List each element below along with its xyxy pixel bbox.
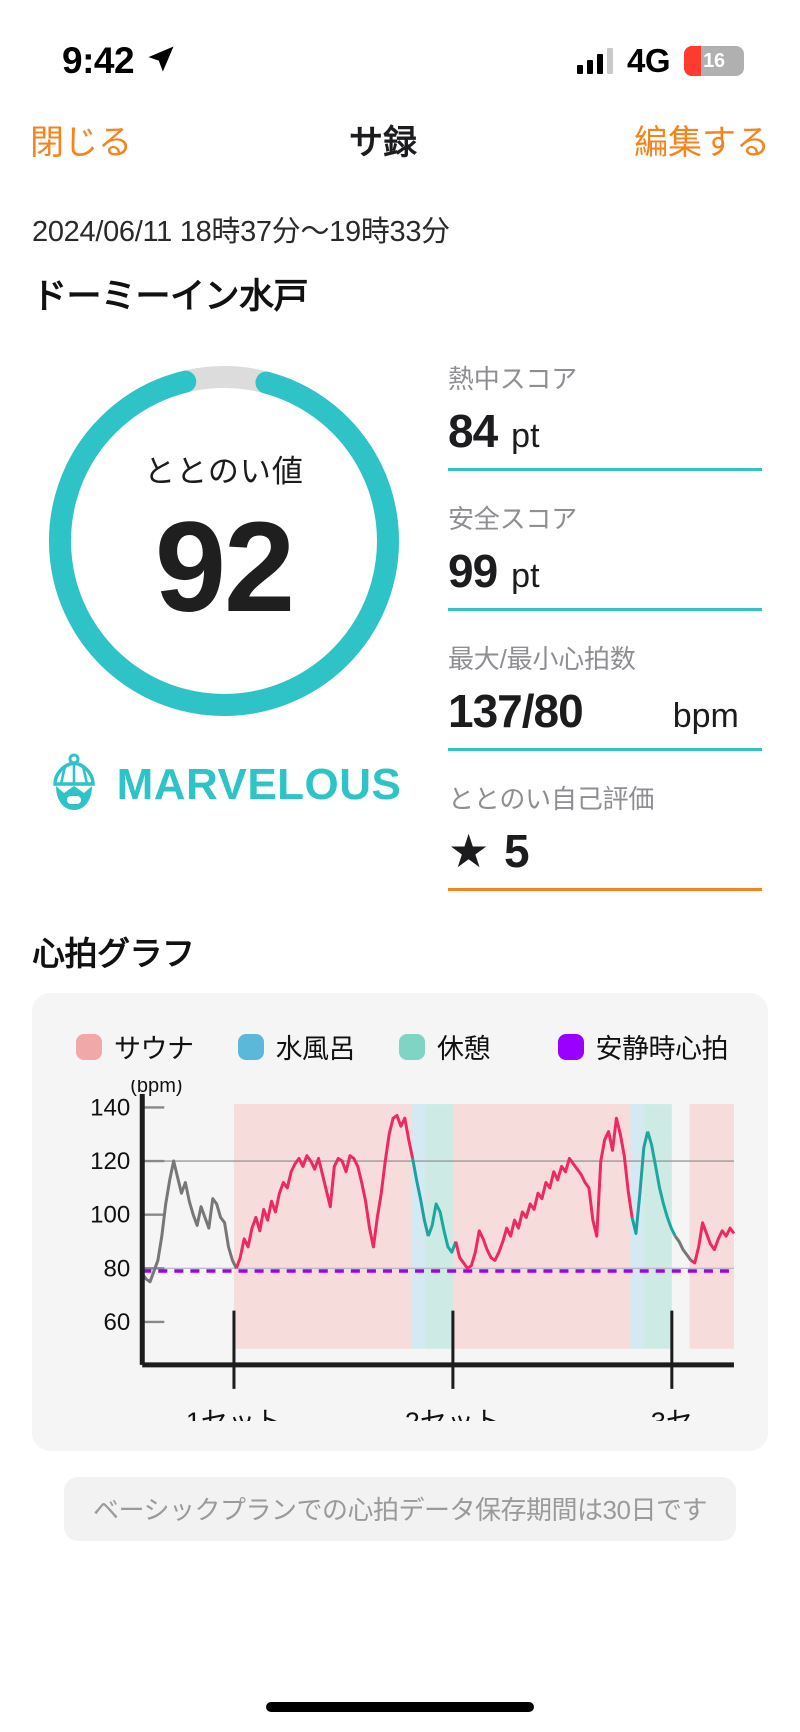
y-tick-label: 60 bbox=[103, 1309, 130, 1336]
y-tick-label: 120 bbox=[90, 1148, 130, 1175]
home-indicator[interactable] bbox=[266, 1702, 534, 1712]
heart-rate-plot: (bpm)140 120 100 80 60 1セット 2セット 3セ bbox=[54, 1080, 746, 1421]
cellular-bars-icon bbox=[576, 48, 613, 74]
legend-item-resting-hr: 安静時心拍 bbox=[557, 1027, 729, 1066]
stat-self-rating: ととのい自己評価 ★ 5 bbox=[448, 775, 762, 891]
legend-item-cold-bath: 水風呂 bbox=[237, 1027, 356, 1066]
phase-band bbox=[425, 1104, 453, 1349]
legend-item-rest: 休憩 bbox=[399, 1027, 491, 1066]
battery-icon: 16 bbox=[684, 46, 744, 76]
plan-notice-label: ベーシックプランでの心拍データ保存期間は30日です bbox=[93, 1495, 707, 1526]
stat-value: 84 bbox=[448, 405, 498, 457]
rank-badge: MARVELOUS bbox=[47, 753, 402, 816]
stat-value-row: ★ 5 bbox=[448, 824, 762, 888]
stat-max-min-heart-rate: 最大/最小心拍数 137/80 bpm bbox=[448, 635, 762, 751]
hr-line-segment bbox=[673, 1235, 693, 1262]
gauge-center-content: ととのい値 92 bbox=[38, 355, 410, 727]
stat-unit: pt bbox=[511, 417, 540, 455]
venue-name: ドーミーイン水戸 bbox=[32, 277, 309, 316]
totonoi-gauge-column: ととのい値 92 MARVELOUS bbox=[0, 355, 448, 891]
page-title: サ録 bbox=[349, 123, 417, 162]
gauge-value: 92 bbox=[154, 496, 295, 640]
rank-badge-label: MARVELOUS bbox=[116, 759, 402, 809]
status-time: 9:42 bbox=[62, 40, 135, 81]
stat-heat-score: 熱中スコア 84 pt bbox=[448, 355, 762, 471]
stat-underline bbox=[448, 468, 762, 471]
legend-label: 安静時心拍 bbox=[595, 1034, 729, 1064]
legend-swatch bbox=[399, 1033, 425, 1060]
chart-title: 心拍グラフ bbox=[32, 935, 195, 972]
session-header: 2024/06/11 18時37分〜19時33分 ドーミーイン水戸 bbox=[0, 182, 800, 319]
x-tick-label: 1セット bbox=[186, 1406, 282, 1421]
status-bar-left: 9:42 bbox=[62, 40, 176, 82]
chart-legend: サウナ 水風呂 休憩 安静時心拍 bbox=[54, 1027, 746, 1066]
phone-screen: 9:42 4G 16 閉じる サ録 編集する 2024/06/11 18時37分… bbox=[0, 0, 800, 1732]
y-tick-label: 100 bbox=[90, 1202, 130, 1229]
stat-value-row: 99 pt bbox=[448, 544, 762, 608]
x-tick-label: 2セット bbox=[405, 1406, 501, 1421]
gauge-label: ととのい値 bbox=[144, 454, 304, 490]
legend-label: サウナ bbox=[114, 1034, 194, 1064]
legend-label: 休憩 bbox=[437, 1034, 491, 1064]
x-tick-label: 3セ bbox=[651, 1406, 693, 1421]
legend-swatch bbox=[557, 1033, 584, 1060]
stat-underline bbox=[448, 748, 762, 751]
status-bar: 9:42 4G 16 bbox=[0, 0, 800, 96]
legend-label: 水風呂 bbox=[275, 1034, 356, 1064]
svg-text:(bpm): (bpm) bbox=[130, 1080, 182, 1097]
heart-rate-svg: (bpm)140 120 100 80 60 1セット 2セット 3セ bbox=[90, 1080, 736, 1421]
y-tick-label: 140 bbox=[90, 1094, 130, 1121]
phase-band bbox=[689, 1104, 734, 1349]
stat-value-row: 84 pt bbox=[448, 404, 762, 468]
location-arrow-icon bbox=[146, 44, 176, 79]
status-bar-right: 4G 16 bbox=[576, 42, 744, 80]
stat-value-row: 137/80 bpm bbox=[448, 684, 762, 748]
session-datetime: 2024/06/11 18時37分〜19時33分 bbox=[32, 216, 450, 248]
heart-rate-chart-section: 心拍グラフ サウナ 水風呂 休憩 安静時心拍 (bpm) 140 120 100… bbox=[0, 891, 800, 1541]
battery-percent-label: 16 bbox=[703, 49, 725, 72]
y-tick-label: 80 bbox=[103, 1255, 130, 1282]
star-rating-value: ★ 5 bbox=[448, 825, 531, 877]
edit-button[interactable]: 編集する bbox=[634, 115, 770, 164]
close-button[interactable]: 閉じる bbox=[30, 115, 132, 164]
stat-underline bbox=[448, 888, 762, 891]
stat-label: 最大/最小心拍数 bbox=[448, 644, 636, 674]
sauna-hat-character-icon bbox=[47, 753, 101, 816]
hr-line-segment bbox=[141, 1159, 238, 1284]
stat-label: ととのい自己評価 bbox=[448, 784, 655, 814]
score-area: ととのい値 92 MARVELOUS 熱中スコア 84 pt 安全スコア 99 … bbox=[0, 319, 800, 891]
stats-column: 熱中スコア 84 pt 安全スコア 99 pt 最大/最小心拍数 137/80 bbox=[448, 355, 800, 891]
network-type-label: 4G bbox=[626, 42, 671, 79]
chart-card: サウナ 水風呂 休憩 安静時心拍 (bpm)140 120 100 80 60 1セット 2… bbox=[32, 993, 768, 1451]
stat-safety-score: 安全スコア 99 pt bbox=[448, 495, 762, 611]
stat-unit: bpm bbox=[672, 697, 739, 735]
stat-value: 137/80 bbox=[448, 685, 584, 737]
stat-label: 熱中スコア bbox=[448, 364, 578, 394]
legend-swatch bbox=[76, 1033, 102, 1060]
stat-underline bbox=[448, 608, 762, 611]
stat-label: 安全スコア bbox=[448, 504, 578, 534]
nav-bar: 閉じる サ録 編集する bbox=[0, 96, 800, 182]
totonoi-gauge: ととのい値 92 bbox=[38, 355, 410, 727]
plan-notice: ベーシックプランでの心拍データ保存期間は30日です bbox=[64, 1476, 736, 1541]
legend-item-sauna: サウナ bbox=[76, 1027, 194, 1066]
phase-band bbox=[411, 1104, 426, 1349]
legend-swatch bbox=[237, 1033, 264, 1060]
phase-band bbox=[644, 1104, 672, 1349]
stat-value: 99 bbox=[448, 545, 498, 597]
stat-unit: pt bbox=[511, 557, 540, 595]
